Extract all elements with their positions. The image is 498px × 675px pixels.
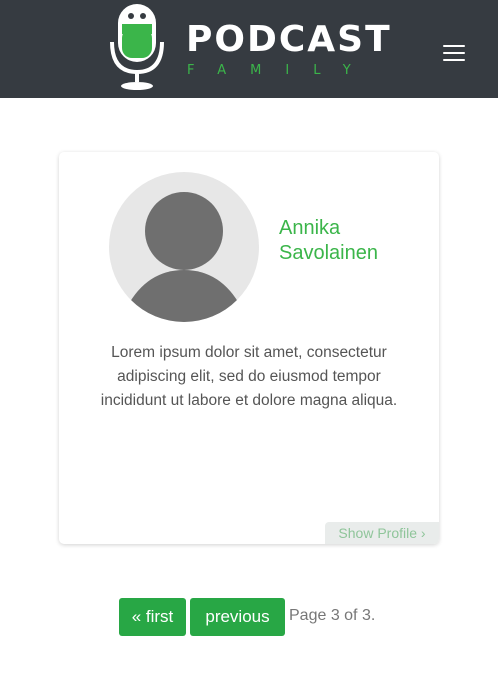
avatar-silhouette	[127, 192, 241, 322]
hamburger-menu-icon[interactable]	[441, 40, 467, 66]
first-page-button[interactable]: « first	[119, 598, 186, 636]
user-placeholder-icon[interactable]	[109, 172, 259, 322]
logo-title[interactable]: PODCAST	[186, 18, 392, 62]
page-info: Page 3 of 3.	[289, 607, 376, 624]
menu-bar	[443, 45, 465, 47]
menu-bar	[443, 59, 465, 61]
member-card: Annika Savolainen Lorem ipsum dolor sit …	[59, 152, 439, 544]
site-header: PODCAST FAMILY	[0, 0, 498, 98]
show-profile-button[interactable]: Show Profile ›	[325, 522, 439, 544]
previous-page-button[interactable]: previous	[190, 598, 285, 636]
menu-bar	[443, 52, 465, 54]
microphone-logo-icon[interactable]	[108, 2, 168, 92]
logo-subtitle: FAMILY	[187, 63, 375, 78]
member-name[interactable]: Annika Savolainen	[279, 216, 429, 266]
member-bio: Lorem ipsum dolor sit amet, consectetur …	[100, 344, 398, 409]
